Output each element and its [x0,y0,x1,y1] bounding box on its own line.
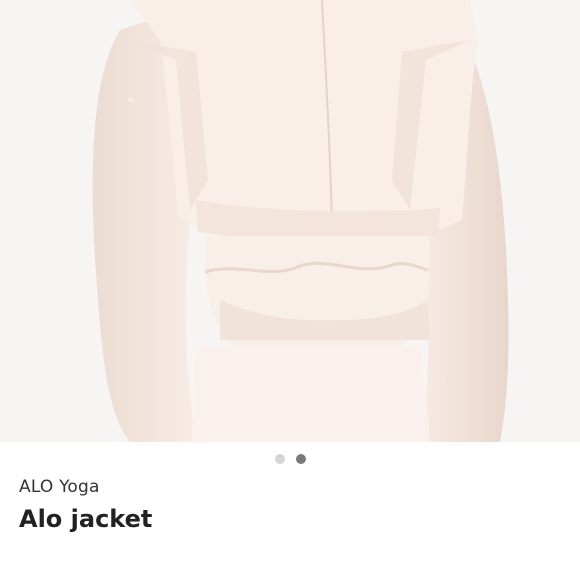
listing-title: Alo jacket [19,505,153,533]
carousel-dot-1[interactable] [274,454,285,464]
listing-screen: ᴬᴸ ALO Yoga Alo jacket [0,0,580,580]
product-photo[interactable]: ᴬᴸ [0,0,580,442]
carousel-indicator [0,454,580,464]
product-image-carousel[interactable]: ᴬᴸ [0,0,580,442]
carousel-dot-2-active[interactable] [295,454,306,464]
brand-name[interactable]: ALO Yoga [19,477,100,497]
svg-text:ᴬᴸ: ᴬᴸ [127,96,135,106]
